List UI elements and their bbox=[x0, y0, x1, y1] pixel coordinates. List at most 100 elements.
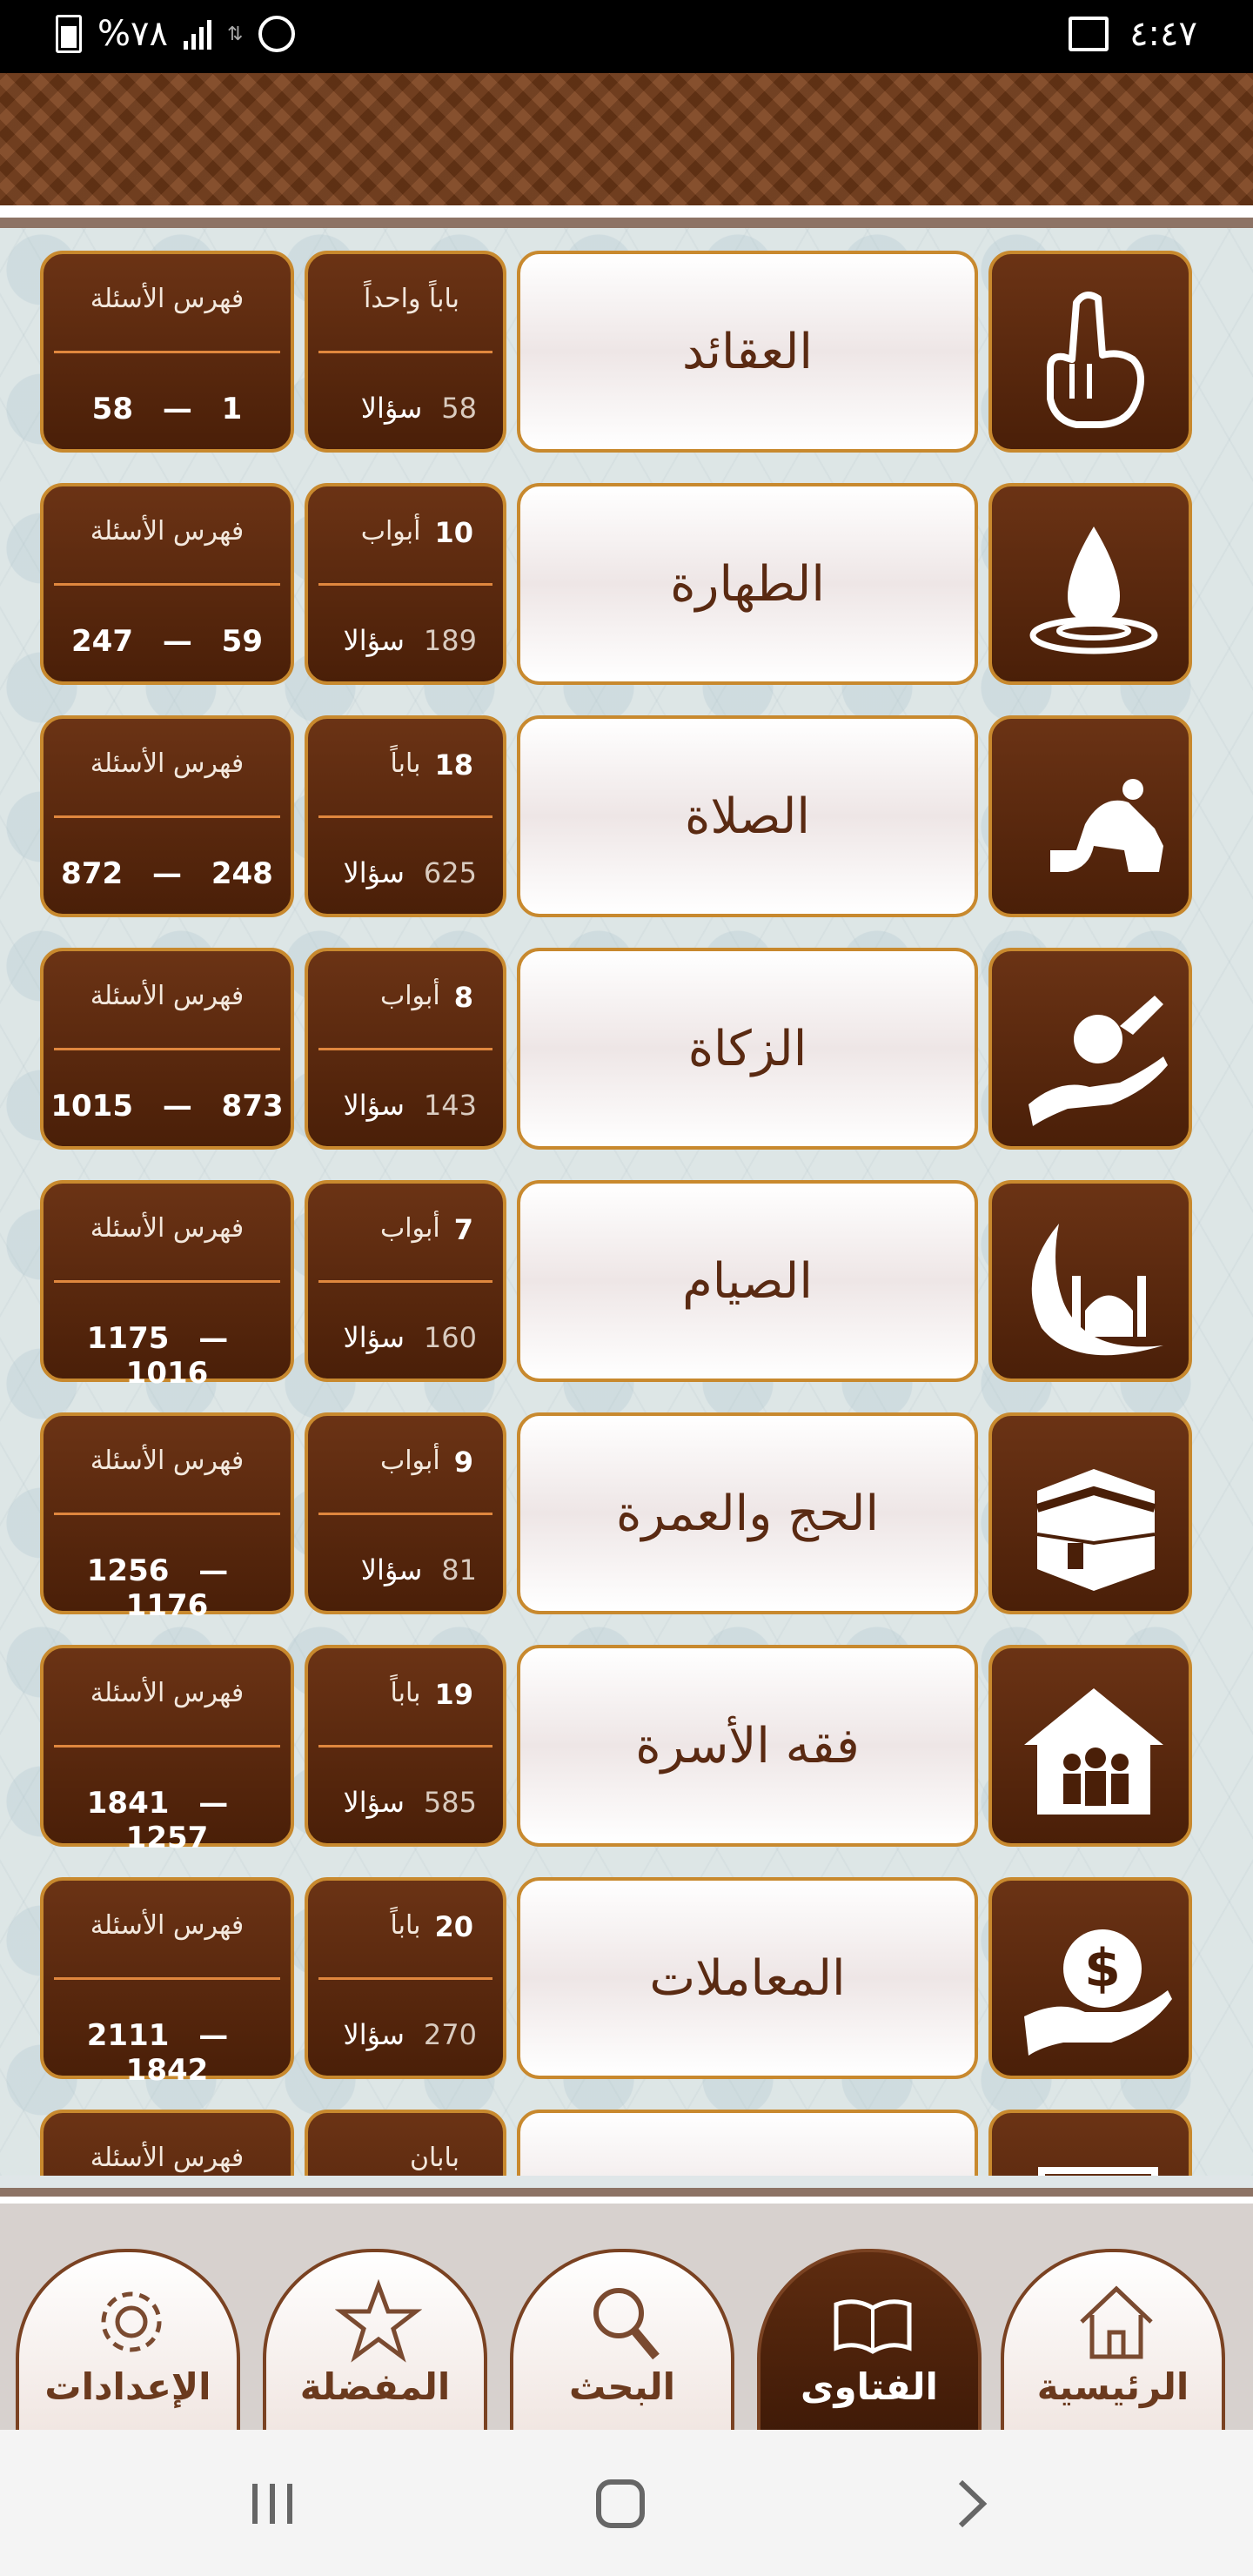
chapters-label: أبواب bbox=[379, 981, 440, 1011]
category-row[interactable]: الحج والعمرة أبواب 9 سؤالا 81 فهرس الأسئ… bbox=[0, 1412, 1253, 1623]
search-icon bbox=[593, 2288, 660, 2360]
questions-number: 160 bbox=[423, 1321, 477, 1354]
questions-index-tile[interactable]: فهرس الأسئلة 872 — 248 bbox=[40, 715, 294, 917]
chapters-count-tile[interactable]: باباً 20 سؤالا 270 bbox=[305, 1877, 506, 2079]
category-title: المعاملات bbox=[649, 1949, 846, 2007]
alarm-icon bbox=[258, 16, 296, 52]
home-button[interactable] bbox=[590, 2473, 651, 2534]
questions-label: سؤالا bbox=[343, 624, 405, 657]
chapters-label: بابان bbox=[409, 2143, 459, 2173]
tab-star[interactable]: المفضلة bbox=[263, 2249, 487, 2430]
tab-gear[interactable]: الإعدادات bbox=[16, 2249, 240, 2430]
category-row[interactable]: العقائد باباً واحداً سؤالا 58 فهرس الأسئ… bbox=[0, 251, 1253, 456]
index-from: 1 bbox=[221, 392, 243, 426]
tile-divider bbox=[54, 1745, 280, 1748]
tile-divider bbox=[318, 815, 492, 818]
chapters-count-tile[interactable]: أبواب 8 سؤالا 143 bbox=[305, 948, 506, 1150]
document-icon bbox=[1038, 2167, 1158, 2176]
category-row[interactable]: فقه الأسرة باباً 19 سؤالا 585 فهرس الأسئ… bbox=[0, 1645, 1253, 1855]
tab-open-book[interactable]: الفتاوى bbox=[757, 2249, 982, 2430]
index-range: 247 — 59 bbox=[44, 624, 291, 659]
chapters-count-tile[interactable]: باباً 18 سؤالا 625 bbox=[305, 715, 506, 917]
chapters-count-tile[interactable]: أبواب 9 سؤالا 81 bbox=[305, 1412, 506, 1614]
category-row[interactable]: بابان فهرس الأسئلة bbox=[0, 2110, 1253, 2176]
questions-index-tile[interactable]: فهرس الأسئلة 1841 — 1257 bbox=[40, 1645, 294, 1855]
kaaba-icon bbox=[1035, 1469, 1156, 1591]
index-from: 1016 bbox=[125, 1356, 209, 1391]
questions-index-tile[interactable]: فهرس الأسئلة 247 — 59 bbox=[40, 483, 294, 685]
category-title-button[interactable]: الصلاة bbox=[517, 715, 978, 917]
chapters-label: باباً واحداً bbox=[364, 284, 459, 314]
crescent-mosque-icon bbox=[1031, 1224, 1163, 1356]
questions-count: سؤالا 270 bbox=[308, 2018, 503, 2051]
chapters-count-tile[interactable]: باباً 19 سؤالا 585 bbox=[305, 1645, 506, 1847]
chapters-count-tile[interactable]: بابان bbox=[305, 2110, 506, 2176]
index-label: فهرس الأسئلة bbox=[90, 981, 245, 1011]
category-row[interactable]: الزكاة أبواب 8 سؤالا 143 فهرس الأسئلة 10… bbox=[0, 948, 1253, 1153]
category-title-button[interactable] bbox=[517, 2110, 978, 2176]
tab-search[interactable]: البحث bbox=[510, 2249, 734, 2430]
tab-label: الإعدادات bbox=[44, 2365, 211, 2408]
category-title-button[interactable]: الطهارة bbox=[517, 483, 978, 685]
back-button[interactable] bbox=[941, 2473, 1002, 2534]
home-icon bbox=[1080, 2285, 1153, 2359]
chapters-count-tile[interactable]: باباً واحداً سؤالا 58 bbox=[305, 251, 506, 453]
category-icon-tile[interactable] bbox=[988, 948, 1192, 1150]
index-label: فهرس الأسئلة bbox=[90, 2143, 245, 2173]
category-icon-tile[interactable] bbox=[988, 2110, 1192, 2176]
tab-home[interactable]: الرئيسية bbox=[1001, 2249, 1225, 2430]
index-label: فهرس الأسئلة bbox=[90, 1446, 245, 1476]
chapters-count: باباً 19 bbox=[308, 1678, 503, 1711]
water-drop-icon bbox=[1029, 527, 1158, 654]
questions-index-tile[interactable]: فهرس الأسئلة 2111 — 1842 bbox=[40, 1877, 294, 2088]
range-dash: — bbox=[198, 1786, 229, 1821]
category-icon-tile[interactable] bbox=[988, 1180, 1192, 1382]
range-dash: — bbox=[198, 2018, 229, 2053]
questions-number: 81 bbox=[441, 1553, 477, 1587]
index-from: 1257 bbox=[125, 1821, 209, 1855]
category-title: الصيام bbox=[682, 1252, 813, 1310]
chapters-label: أبواب bbox=[379, 1446, 440, 1476]
chapters-count-tile[interactable]: أبواب 7 سؤالا 160 bbox=[305, 1180, 506, 1382]
index-label: فهرس الأسئلة bbox=[90, 1910, 245, 1941]
chapters-label: باباً bbox=[390, 1678, 421, 1708]
category-title-button[interactable]: المعاملات bbox=[517, 1877, 978, 2079]
header-banner bbox=[0, 73, 1253, 205]
index-label: فهرس الأسئلة bbox=[90, 1213, 245, 1244]
category-title-button[interactable]: الزكاة bbox=[517, 948, 978, 1150]
category-title-button[interactable]: العقائد bbox=[517, 251, 978, 453]
index-to: 2111 bbox=[86, 2018, 170, 2053]
fatwa-category-list[interactable]: العقائد باباً واحداً سؤالا 58 فهرس الأسئ… bbox=[0, 228, 1253, 2176]
category-row[interactable]: الطهارة أبواب 10 سؤالا 189 فهرس الأسئلة … bbox=[0, 483, 1253, 688]
category-row[interactable]: الصلاة باباً 18 سؤالا 625 فهرس الأسئلة 8… bbox=[0, 715, 1253, 921]
questions-index-tile[interactable]: فهرس الأسئلة 1175 — 1016 bbox=[40, 1180, 294, 1391]
category-title-button[interactable]: الحج والعمرة bbox=[517, 1412, 978, 1614]
questions-index-tile[interactable]: فهرس الأسئلة 1256 — 1176 bbox=[40, 1412, 294, 1623]
recent-apps-button[interactable] bbox=[242, 2473, 303, 2534]
index-range: 1841 — 1257 bbox=[44, 1786, 291, 1855]
category-icon-tile[interactable]: $ bbox=[988, 1877, 1192, 2079]
questions-index-tile[interactable]: فهرس الأسئلة 58 — 1 bbox=[40, 251, 294, 453]
index-from: 1842 bbox=[125, 2053, 209, 2088]
tabbar-divider bbox=[0, 2188, 1253, 2197]
questions-index-tile[interactable]: فهرس الأسئلة 1015 — 873 bbox=[40, 948, 294, 1150]
category-title-button[interactable]: فقه الأسرة bbox=[517, 1645, 978, 1847]
status-time: ٤:٤٧ bbox=[1129, 14, 1197, 54]
questions-label: سؤالا bbox=[360, 392, 423, 425]
questions-index-tile[interactable]: فهرس الأسئلة bbox=[40, 2110, 294, 2176]
category-icon-tile[interactable] bbox=[988, 715, 1192, 917]
category-row[interactable]: الصيام أبواب 7 سؤالا 160 فهرس الأسئلة 11… bbox=[0, 1180, 1253, 1391]
category-icon-tile[interactable] bbox=[988, 251, 1192, 453]
giving-hand-icon bbox=[1029, 996, 1168, 1126]
category-icon-tile[interactable] bbox=[988, 1412, 1192, 1614]
category-title: الطهارة bbox=[670, 555, 825, 613]
header-divider-shadow bbox=[0, 218, 1253, 228]
chapters-count-tile[interactable]: أبواب 10 سؤالا 189 bbox=[305, 483, 506, 685]
questions-count: سؤالا 58 bbox=[308, 392, 503, 425]
category-icon-tile[interactable] bbox=[988, 483, 1192, 685]
tile-divider bbox=[54, 1048, 280, 1050]
category-title-button[interactable]: الصيام bbox=[517, 1180, 978, 1382]
category-row[interactable]: $ المعاملات باباً 20 سؤالا 270 فهرس الأس… bbox=[0, 1877, 1253, 2088]
index-from: 873 bbox=[221, 1089, 284, 1124]
category-icon-tile[interactable] bbox=[988, 1645, 1192, 1847]
